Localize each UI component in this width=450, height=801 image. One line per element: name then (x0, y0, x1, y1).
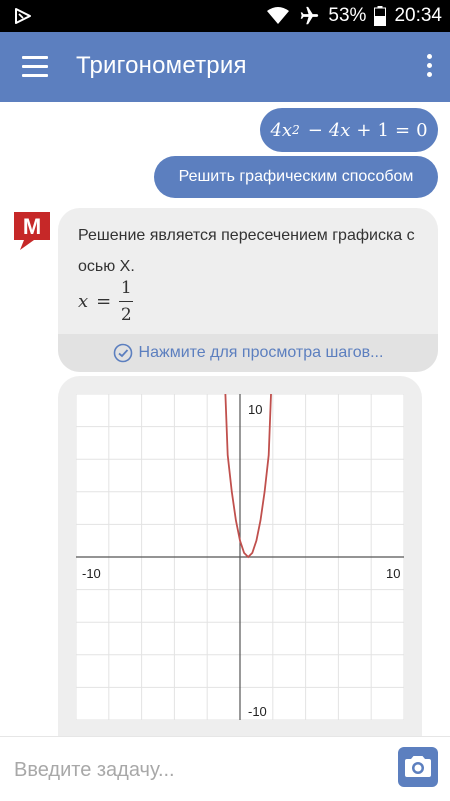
more-vert-icon[interactable] (424, 54, 434, 80)
equation-equals: = (394, 119, 411, 141)
equation-const: 1 (377, 119, 389, 141)
graph-plot: 10 -10 10 -10 (75, 393, 405, 721)
menu-icon[interactable] (22, 56, 48, 78)
wifi-icon (267, 7, 290, 24)
solve-graphically-bubble[interactable]: Решить графическим способом (154, 156, 438, 198)
equation-plus: + (356, 119, 372, 141)
status-bar: 53% 20:34 (0, 0, 450, 32)
equation-exponent: 2 (292, 123, 300, 137)
parabola-curve (224, 394, 272, 559)
formula-fraction: 1 2 (119, 278, 134, 325)
airplane-icon (301, 6, 319, 25)
logo-letter: M (23, 214, 41, 239)
graph-card: 10 -10 10 -10 (58, 376, 422, 736)
play-store-icon (15, 8, 31, 24)
solution-formula: x = 1 2 (78, 278, 134, 325)
graph-area[interactable]: 10 -10 10 -10 (75, 393, 405, 721)
formula-equals: = (96, 291, 112, 312)
problem-input[interactable] (12, 749, 376, 791)
view-steps-label: Нажмите для просмотра шагов... (138, 344, 384, 361)
fraction-denominator: 2 (120, 305, 132, 325)
camera-button[interactable] (398, 747, 438, 787)
equation-term-x: 4x (328, 119, 351, 141)
fraction-numerator: 1 (120, 278, 132, 298)
equation-minus: − (307, 119, 323, 141)
input-bar (0, 736, 450, 801)
x-min-label: -10 (82, 566, 101, 581)
mathway-logo-icon: M (14, 212, 50, 250)
view-steps-button[interactable]: Нажмите для просмотра шагов... (58, 334, 438, 372)
check-circle-icon (113, 343, 132, 363)
bot-answer-card: Решение является пересечением графиска с… (58, 208, 438, 372)
equation-rhs: 0 (416, 119, 428, 141)
clock: 20:34 (394, 5, 442, 26)
bot-answer-text: Решение является пересечением графиска с… (78, 227, 415, 275)
battery-percent: 53% (328, 5, 367, 26)
user-equation-bubble[interactable]: 4x 2 − 4x + 1 = 0 (260, 108, 438, 152)
y-min-label: -10 (248, 704, 267, 719)
chat-area[interactable]: 4x 2 − 4x + 1 = 0 Решить графическим спос… (0, 102, 450, 736)
x-max-label: 10 (386, 566, 400, 581)
equation-term-4x: 4x (270, 119, 293, 141)
app-bar: Тригонометрия (0, 32, 450, 102)
y-max-label: 10 (248, 402, 262, 417)
camera-icon (405, 756, 431, 777)
fraction-bar (119, 301, 134, 302)
battery-icon (374, 6, 387, 26)
app-title: Тригонометрия (76, 52, 247, 79)
formula-variable: x (78, 291, 89, 312)
